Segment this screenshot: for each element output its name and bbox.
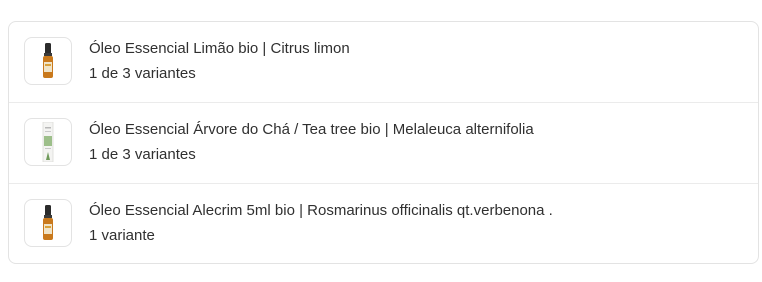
amber-bottle-icon [43,205,53,240]
product-title: Óleo Essencial Alecrim 5ml bio | Rosmari… [89,202,553,219]
product-title: Óleo Essencial Limão bio | Citrus limon [89,40,350,57]
product-thumbnail [24,37,72,85]
product-thumbnail [24,199,72,247]
amber-bottle-icon [43,43,53,78]
product-row[interactable]: Óleo Essencial Árvore do Chá / Tea tree … [9,103,758,184]
product-row[interactable]: Óleo Essencial Alecrim 5ml bio | Rosmari… [9,184,758,263]
product-title: Óleo Essencial Árvore do Chá / Tea tree … [89,121,534,138]
variant-count: 1 de 3 variantes [89,146,196,163]
product-list: Óleo Essencial Limão bio | Citrus limon … [8,21,759,264]
product-thumbnail [24,118,72,166]
white-package-icon [42,122,54,162]
variant-count: 1 variante [89,227,155,244]
product-row[interactable]: Óleo Essencial Limão bio | Citrus limon … [9,22,758,103]
variant-count: 1 de 3 variantes [89,65,196,82]
